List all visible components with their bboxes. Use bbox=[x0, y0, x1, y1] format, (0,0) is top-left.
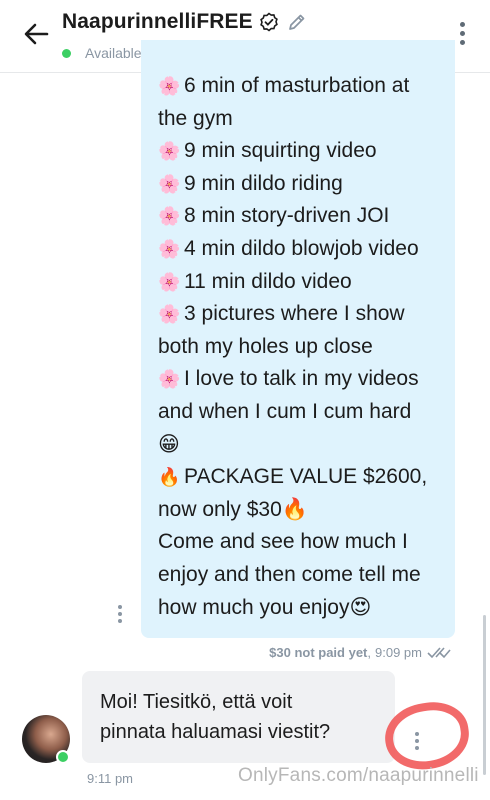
message-line: 🌸 I love to talk in my videos bbox=[158, 363, 453, 396]
message-line: 🌸 9 min squirting video bbox=[158, 135, 453, 168]
message-line: 🌸 4 min dildo blowjob video bbox=[158, 233, 453, 266]
line-text: 11 min dildo video bbox=[184, 269, 352, 293]
line-text: 4 min dildo blowjob video bbox=[184, 236, 419, 260]
line-text: now only $30🔥 bbox=[158, 497, 308, 521]
line-text: enjoy and then come tell me bbox=[158, 562, 421, 586]
message-line: how much you enjoy😍 bbox=[158, 592, 453, 625]
message-line: 🔥 PACKAGE VALUE $2600, bbox=[158, 461, 453, 494]
message-line: 🌸 6 min of masturbation at bbox=[158, 70, 453, 103]
back-arrow-icon[interactable] bbox=[20, 18, 52, 50]
message-line: 😁 bbox=[158, 429, 453, 462]
message-line: 🌸 3 pictures where I show bbox=[158, 298, 453, 331]
line-text: both my holes up close bbox=[158, 334, 373, 358]
message-line: 🌸 11 min dildo video bbox=[158, 266, 453, 299]
online-dot-icon bbox=[56, 750, 70, 764]
message-line: and when I cum I cum hard bbox=[158, 396, 453, 429]
line-text: 9 min dildo riding bbox=[184, 171, 343, 195]
message-line: 🌸 8 min story-driven JOI bbox=[158, 200, 453, 233]
incoming-text-line: pinnata haluamasi viestit? bbox=[100, 721, 331, 743]
meta-separator: , bbox=[367, 645, 372, 660]
line-emoji: 🔥 bbox=[158, 467, 181, 488]
message-line: enjoy and then come tell me bbox=[158, 559, 453, 592]
message-line: both my holes up close bbox=[158, 331, 453, 364]
line-emoji: 🌸 bbox=[158, 141, 181, 162]
double-check-icon bbox=[426, 646, 452, 660]
line-text: I love to talk in my videos bbox=[184, 367, 419, 391]
message-line: 🌸 9 min dildo riding bbox=[158, 168, 453, 201]
chat-title-row: NaapurinnelliFREE bbox=[62, 8, 307, 36]
line-emoji: 🌸 bbox=[158, 369, 181, 390]
line-text: 6 min of masturbation at bbox=[184, 74, 410, 97]
outgoing-message-bubble[interactable]: 🌸 6 min of masturbation at the gym 🌸 9 min s… bbox=[141, 40, 455, 638]
edit-pencil-icon[interactable] bbox=[287, 12, 307, 32]
line-text: 3 pictures where I show bbox=[184, 302, 405, 326]
line-text: 😁 bbox=[158, 432, 180, 456]
online-dot-icon bbox=[62, 48, 71, 58]
line-text: Come and see how much I bbox=[158, 530, 408, 554]
line-text: 8 min story-driven JOI bbox=[184, 204, 390, 228]
message-line: now only $30🔥 bbox=[158, 494, 453, 527]
message-options-icon[interactable] bbox=[117, 605, 123, 625]
more-vertical-icon[interactable] bbox=[458, 22, 466, 48]
message-line: the gym bbox=[158, 103, 453, 136]
line-emoji: 🌸 bbox=[158, 76, 181, 96]
line-emoji: 🌸 bbox=[158, 238, 181, 259]
scrollbar[interactable] bbox=[483, 615, 486, 775]
line-text: the gym bbox=[158, 106, 233, 130]
line-emoji: 🌸 bbox=[158, 206, 181, 227]
watermark: OnlyFans.com/naapurinnelli bbox=[238, 765, 479, 786]
incoming-message-bubble[interactable]: Moi! Tiesitkö, että voit pinnata haluama… bbox=[82, 671, 395, 763]
price-status: $30 not paid yet bbox=[269, 645, 368, 660]
message-text: 🌸 6 min of masturbation at the gym 🌸 9 min s… bbox=[158, 70, 453, 624]
message-time: 9:09 pm bbox=[375, 645, 422, 660]
line-text: PACKAGE VALUE $2600, bbox=[184, 465, 428, 489]
message-line: Come and see how much I bbox=[158, 526, 453, 559]
line-emoji: 🌸 bbox=[158, 304, 181, 325]
message-meta: $30 not paid yet , 9:09 pm bbox=[269, 645, 452, 660]
message-time: 9:11 pm bbox=[87, 771, 134, 786]
chat-title[interactable]: NaapurinnelliFREE bbox=[62, 10, 253, 34]
line-text: and when I cum I cum hard bbox=[158, 399, 412, 423]
line-text: how much you enjoy😍 bbox=[158, 595, 372, 619]
line-emoji: 🌸 bbox=[158, 271, 181, 292]
line-text: 9 min squirting video bbox=[184, 139, 377, 163]
incoming-text-line: Moi! Tiesitkö, että voit bbox=[100, 691, 293, 713]
verified-badge-icon bbox=[259, 12, 279, 32]
line-emoji: 🌸 bbox=[158, 173, 181, 194]
